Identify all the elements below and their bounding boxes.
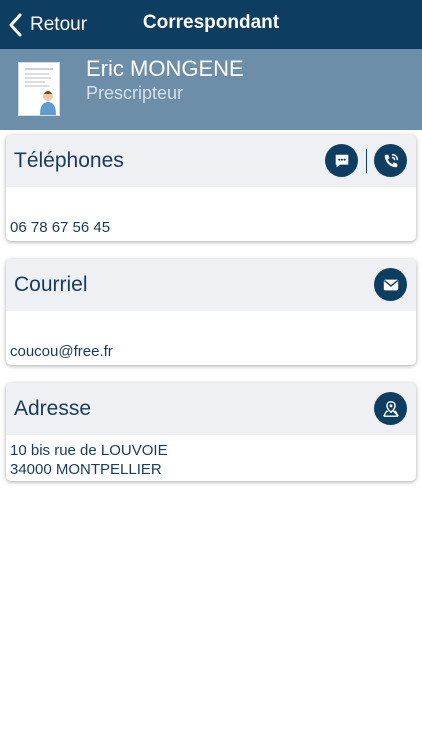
address-line-2[interactable]: 34000 MONTPELLIER	[10, 460, 412, 479]
address-title: Adresse	[14, 397, 92, 420]
address-card-header: Adresse	[6, 383, 416, 435]
contact-name: Eric MONGENE	[86, 56, 244, 81]
profile-header: Eric MONGENE Prescripteur	[0, 49, 422, 130]
contact-avatar	[18, 62, 60, 116]
map-icon	[382, 400, 399, 417]
sms-button[interactable]	[325, 144, 358, 177]
nav-bar: Retour Correspondant	[0, 0, 422, 49]
icon-separator	[366, 149, 367, 173]
sms-icon	[335, 154, 348, 167]
phones-title: Téléphones	[14, 149, 124, 172]
mail-icon	[383, 279, 398, 290]
email-button[interactable]	[374, 268, 407, 301]
map-button[interactable]	[374, 392, 407, 425]
person-document-icon	[25, 68, 56, 115]
phones-card-header: Téléphones	[6, 135, 416, 187]
address-card: Adresse 10 bis rue de LOUVOIE 34000 MONT…	[6, 383, 416, 481]
email-address[interactable]: coucou@free.fr	[10, 343, 113, 360]
contact-role: Prescripteur	[86, 83, 184, 103]
email-card-header: Courriel	[6, 259, 416, 311]
email-card: Courriel coucou@free.fr	[6, 259, 416, 365]
call-icon	[384, 153, 398, 167]
page-title: Correspondant	[142, 12, 280, 33]
address-line-1[interactable]: 10 bis rue de LOUVOIE	[10, 441, 412, 460]
phone-number[interactable]: 06 78 67 56 45	[10, 219, 110, 236]
phones-card: Téléphones 06 78 67 56 45	[6, 135, 416, 241]
call-button[interactable]	[374, 144, 407, 177]
email-title: Courriel	[14, 273, 88, 296]
